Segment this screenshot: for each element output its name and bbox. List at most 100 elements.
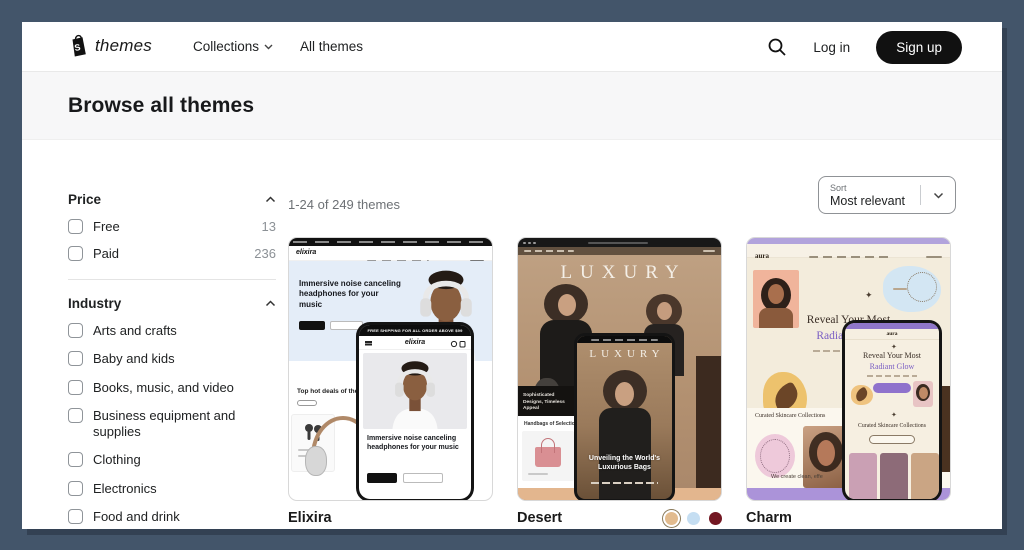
price-filter-header[interactable]: Price bbox=[68, 192, 276, 207]
phone-shop-button bbox=[367, 473, 397, 483]
filters-sidebar: Price Free 13 Paid 236 Industry bbox=[68, 192, 276, 529]
filter-option-food-and-drink[interactable]: Food and drink bbox=[68, 509, 276, 525]
phone-mockup: LUXURY Unveiling the World's Luxurious B… bbox=[574, 333, 675, 501]
nav-all-themes[interactable]: All themes bbox=[300, 39, 363, 54]
phone-section-title: Curated Skincare Collections bbox=[845, 423, 939, 429]
shopify-themes-logo[interactable]: S themes bbox=[68, 34, 152, 58]
login-link[interactable]: Log in bbox=[813, 40, 850, 55]
phone-logo: aura bbox=[845, 331, 939, 337]
preview-announcement-bar bbox=[289, 238, 492, 246]
theme-name[interactable]: Charm bbox=[746, 510, 792, 526]
phone-caption bbox=[867, 375, 917, 377]
skincare-model-photo bbox=[913, 381, 933, 407]
product-photo-dark bbox=[696, 356, 722, 488]
signup-button[interactable]: Sign up bbox=[876, 31, 962, 64]
filter-option-books-music-video[interactable]: Books, music, and video bbox=[68, 380, 276, 396]
circular-stamp-badge bbox=[907, 272, 937, 302]
phone-cta-button bbox=[873, 383, 911, 393]
checkbox-paid[interactable] bbox=[68, 246, 83, 261]
swatch-tan[interactable] bbox=[665, 512, 678, 525]
industry-filter-header[interactable]: Industry bbox=[68, 296, 276, 311]
checkbox[interactable] bbox=[68, 323, 83, 338]
checkbox[interactable] bbox=[68, 452, 83, 467]
checkbox-free[interactable] bbox=[68, 219, 83, 234]
industry-filter-title: Industry bbox=[68, 296, 121, 311]
filter-option-business-equipment[interactable]: Business equipment and supplies bbox=[68, 408, 276, 441]
theme-card-desert: LUXURY Sophisticated bbox=[517, 237, 722, 526]
filter-label: Free bbox=[93, 219, 120, 234]
shopify-bag-icon: S bbox=[68, 34, 90, 58]
phone-nav-icons bbox=[450, 340, 466, 348]
preview-panel-text: Sophisticated Designs, Timeless Appeal bbox=[523, 393, 575, 413]
preview-nav: aura bbox=[747, 244, 950, 258]
chevron-up-icon bbox=[265, 300, 276, 307]
decorative-blob-blue bbox=[883, 266, 941, 312]
filter-option-paid[interactable]: Paid 236 bbox=[68, 246, 276, 261]
nav-collections-label: Collections bbox=[193, 39, 259, 54]
chevron-down-icon bbox=[921, 192, 955, 199]
checkbox[interactable] bbox=[68, 509, 83, 524]
theme-preview-elixira[interactable]: elixira Immersive noise canceling headph… bbox=[288, 237, 493, 501]
filter-divider bbox=[68, 279, 276, 280]
page-title-band: Browse all themes bbox=[22, 72, 1002, 140]
preview-logo: elixira bbox=[296, 249, 316, 256]
theme-preview-charm[interactable]: aura ✦ bbox=[746, 237, 951, 501]
phone-hero-title: Unveiling the World's Luxurious Bags bbox=[577, 454, 672, 473]
preview-nav: elixira bbox=[289, 246, 492, 261]
theme-name[interactable]: Elixira bbox=[288, 510, 332, 526]
swatch-lightblue[interactable] bbox=[687, 512, 700, 525]
phone-hero-title: Immersive noise canceling headphones for… bbox=[367, 434, 467, 452]
results-count: 1-24 of 249 themes bbox=[288, 197, 400, 212]
phone-hero-photo bbox=[363, 353, 467, 429]
preview-tag-pill bbox=[297, 400, 317, 406]
filter-label: Clothing bbox=[93, 452, 141, 468]
chevron-up-icon bbox=[265, 196, 276, 203]
product-tile-pink-bag bbox=[522, 431, 574, 481]
pink-circle-badge bbox=[755, 434, 795, 478]
nav-collections[interactable]: Collections bbox=[193, 39, 273, 54]
checkbox[interactable] bbox=[68, 380, 83, 395]
preview-nav bbox=[518, 247, 721, 255]
themes-store-page: S themes Collections All themes Log in S… bbox=[22, 22, 1002, 529]
checkbox[interactable] bbox=[68, 408, 83, 423]
page-title: Browse all themes bbox=[68, 94, 254, 118]
filter-label: Electronics bbox=[93, 481, 157, 497]
phone-secondary-button bbox=[403, 473, 443, 483]
theme-card-charm: aura ✦ bbox=[746, 237, 951, 526]
chevron-down-icon bbox=[264, 44, 273, 50]
filter-option-electronics[interactable]: Electronics bbox=[68, 481, 276, 497]
logo-wordmark: themes bbox=[95, 36, 152, 56]
theme-name[interactable]: Desert bbox=[517, 510, 562, 526]
phone-caption bbox=[591, 482, 658, 484]
theme-color-swatches bbox=[665, 512, 722, 525]
filter-count: 13 bbox=[262, 219, 276, 234]
search-icon[interactable] bbox=[767, 37, 787, 57]
filter-label: Paid bbox=[93, 246, 119, 261]
phone-mockup: aura ✦ Reveal Your Most Radiant Glow bbox=[842, 320, 942, 501]
filter-option-free[interactable]: Free 13 bbox=[68, 219, 276, 234]
preview-shop-button bbox=[299, 321, 325, 330]
filter-option-clothing[interactable]: Clothing bbox=[68, 452, 276, 468]
filter-count: 236 bbox=[254, 246, 276, 261]
phone-mockup: FREE SHIPPING FOR ALL ORDER ABOVE $99 el… bbox=[356, 322, 474, 501]
phone-hero-word: LUXURY bbox=[577, 348, 672, 360]
filter-option-arts-and-crafts[interactable]: Arts and crafts bbox=[68, 323, 276, 339]
preview-hero-title: Immersive noise canceling headphones for… bbox=[299, 279, 401, 310]
nav-all-themes-label: All themes bbox=[300, 39, 363, 54]
sort-label: Sort bbox=[830, 183, 920, 193]
sort-value: Most relevant bbox=[830, 194, 920, 208]
phone-image-row bbox=[849, 453, 939, 499]
theme-preview-desert[interactable]: LUXURY Sophisticated bbox=[517, 237, 722, 501]
preview-footnote: We create clean, effe bbox=[771, 474, 823, 480]
checkbox[interactable] bbox=[68, 351, 83, 366]
phone-collections-pill bbox=[869, 435, 915, 444]
checkbox[interactable] bbox=[68, 481, 83, 496]
sort-dropdown[interactable]: Sort Most relevant bbox=[818, 176, 956, 214]
theme-card-elixira: elixira Immersive noise canceling headph… bbox=[288, 237, 493, 526]
filter-label: Arts and crafts bbox=[93, 323, 177, 339]
preview-shipping-banner: FREE SHIPPING FOR ALL ORDER ABOVE $99 bbox=[359, 325, 471, 336]
phone-hero-line2: Radiant Glow bbox=[845, 362, 939, 371]
filter-option-baby-and-kids[interactable]: Baby and kids bbox=[68, 351, 276, 367]
preview-section-title: Curated Skincare Collections bbox=[755, 413, 825, 419]
swatch-maroon[interactable] bbox=[709, 512, 722, 525]
